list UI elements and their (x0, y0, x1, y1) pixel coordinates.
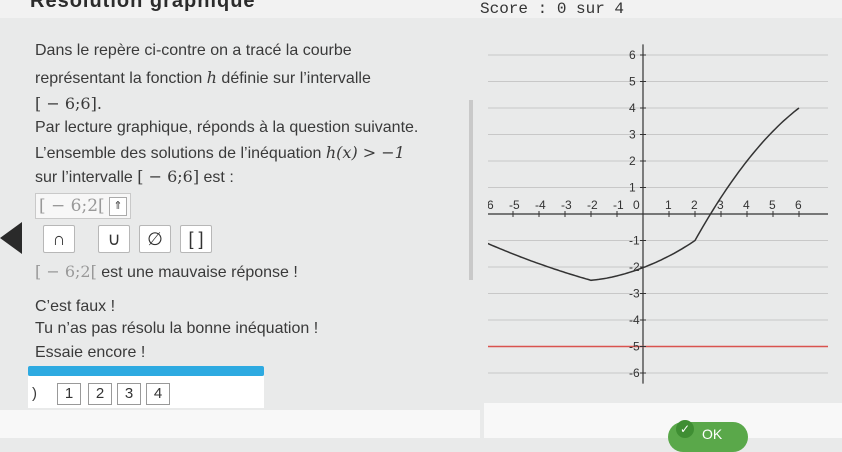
x-tick-label: -1 (613, 198, 624, 212)
y-tick-label: -3 (629, 287, 640, 301)
page-button-4[interactable]: 4 (146, 383, 170, 405)
tab-indicator (28, 366, 264, 376)
feedback-hint: Tu n’as pas résolu la bonne inéquation ! (35, 320, 319, 337)
brackets-button[interactable]: [ ] (180, 225, 212, 253)
y-tick-label: 1 (629, 181, 636, 195)
x-tick-label: -6 (488, 198, 494, 212)
question-line-4: L’ensemble des solutions de l’inéquation… (35, 143, 405, 162)
check-icon: ✓ (676, 420, 694, 438)
x-tick-label: 4 (743, 198, 750, 212)
score-label: Score : 0 sur 4 (480, 0, 625, 18)
question-interval: [ − 6;6]. (35, 94, 102, 113)
exercise-title: Résolution graphique (30, 0, 256, 12)
page-button-3[interactable]: 3 (117, 383, 141, 405)
y-tick-label: 4 (629, 101, 636, 115)
y-tick-label: -4 (629, 313, 640, 327)
question-line-1: Dans le repère ci-contre on a tracé la c… (35, 42, 352, 59)
function-graph: -6-5-4-3-2-10123456654321-1-2-3-4-5-6 (488, 44, 828, 384)
union-button[interactable]: ∪ (98, 225, 130, 253)
ok-button[interactable]: ✓ OK (668, 420, 748, 452)
x-tick-label: 5 (769, 198, 776, 212)
answer-input[interactable]: [ − 6;2[ ⇑ (35, 193, 131, 219)
y-tick-label: 6 (629, 48, 636, 62)
y-tick-label: 3 (629, 128, 636, 142)
page-button-2[interactable]: 2 (88, 383, 112, 405)
question-line-5: sur l’intervalle [ − 6;6] est : (35, 167, 234, 186)
feedback-retry: Essaie encore ! (35, 344, 146, 361)
ok-label: OK (702, 426, 723, 442)
x-tick-label: -2 (587, 198, 598, 212)
y-tick-label: 2 (629, 154, 636, 168)
answer-value: [ − 6;2[ (39, 196, 105, 216)
x-tick-label: -4 (535, 198, 546, 212)
y-tick-label: 5 (629, 75, 636, 89)
x-tick-label: -3 (561, 198, 572, 212)
previous-arrow-icon[interactable] (0, 222, 22, 254)
bottom-strip-right (484, 403, 842, 438)
y-tick-label: -5 (629, 340, 640, 354)
x-tick-label: -5 (509, 198, 520, 212)
pagination-prefix: ) (32, 385, 37, 402)
question-line-2: représentant la fonction h définie sur l… (35, 68, 371, 87)
top-bar: Résolution graphique Score : 0 sur 4 (0, 0, 842, 18)
feedback-wrong: [ − 6;2[ est une mauvaise réponse ! (35, 262, 298, 281)
page-button-1[interactable]: 1 (57, 383, 81, 405)
scrollbar[interactable] (469, 100, 473, 280)
y-tick-label: -6 (629, 366, 640, 380)
y-tick-label: -1 (629, 234, 640, 248)
question-line-3: Par lecture graphique, réponds à la ques… (35, 119, 419, 136)
x-tick-label: 6 (795, 198, 802, 212)
x-tick-label: 2 (691, 198, 698, 212)
x-tick-label: 0 (633, 198, 640, 212)
caret-up-icon[interactable]: ⇑ (109, 197, 127, 216)
bottom-strip-left (0, 410, 480, 438)
empty-set-button[interactable]: ∅ (139, 225, 171, 253)
x-tick-label: 1 (665, 198, 672, 212)
intersection-button[interactable]: ∩ (43, 225, 75, 253)
feedback-faux: C’est faux ! (35, 298, 116, 315)
x-tick-label: 3 (717, 198, 724, 212)
